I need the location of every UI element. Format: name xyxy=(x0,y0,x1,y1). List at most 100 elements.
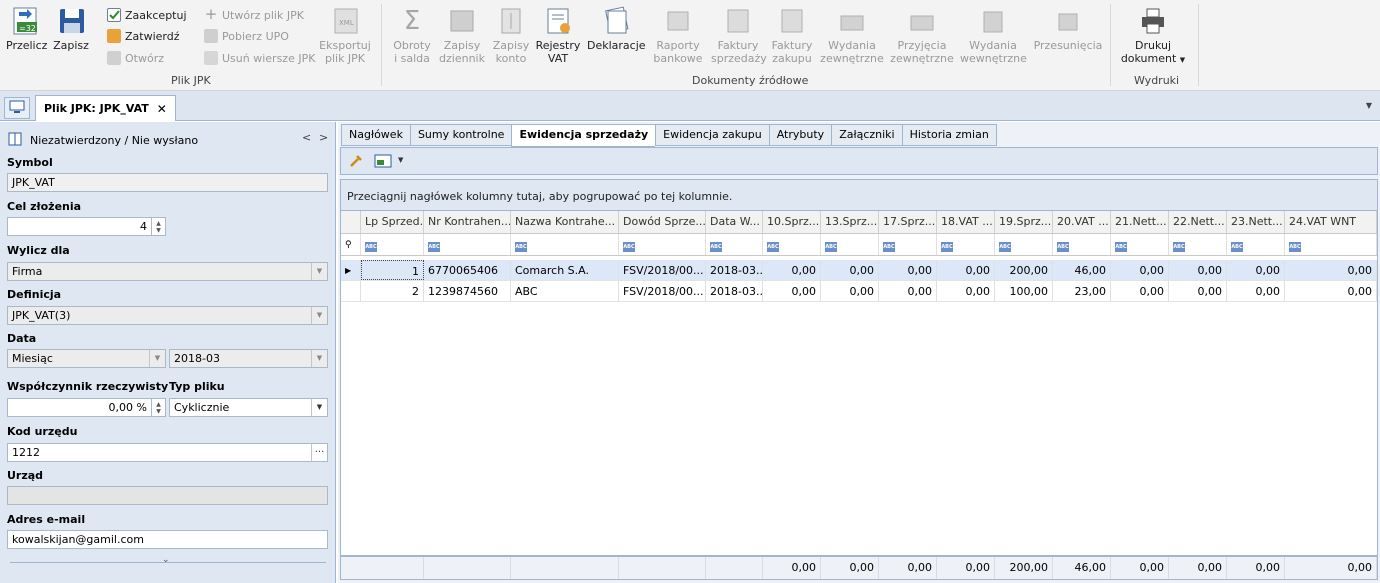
cel-stepper[interactable]: 4 ▲ ▼ xyxy=(7,217,166,236)
ellipsis-icon[interactable]: ··· xyxy=(311,444,327,461)
document-tab-strip: Plik JPK: JPK_VAT ✕ ▼ xyxy=(0,91,1380,121)
kod-field[interactable]: 1212 ··· xyxy=(7,443,328,462)
desktop-button[interactable] xyxy=(4,97,30,119)
filter-cell[interactable]: ABC xyxy=(1053,234,1111,255)
declarations-icon xyxy=(601,6,631,36)
chevron-down-icon[interactable]: ▼ xyxy=(398,156,403,164)
column-header[interactable]: Data W... xyxy=(706,211,763,233)
column-header[interactable]: 22.Nett... xyxy=(1169,211,1227,233)
spin-icon[interactable]: ▲ ▼ xyxy=(151,218,165,235)
zapisz-button[interactable]: Zapisz xyxy=(52,6,90,52)
tab-atrybuty[interactable]: Atrybuty xyxy=(768,124,832,146)
tab-list-chevron-icon[interactable]: ▼ xyxy=(1366,101,1372,110)
filter-cell[interactable]: ABC xyxy=(1169,234,1227,255)
filter-cell[interactable]: ABC xyxy=(763,234,821,255)
tab-ewidencja-sprzedazy[interactable]: Ewidencja sprzedaży xyxy=(511,124,656,147)
typ-value: Cyklicznie xyxy=(174,401,230,414)
rejestry-vat-button[interactable]: Rejestry VAT xyxy=(535,6,581,65)
table-row[interactable]: ▶ 1 6770065406 Comarch S.A. FSV/2018/00... 20… xyxy=(341,260,1377,281)
filter-cell[interactable]: ABC xyxy=(424,234,511,255)
wrench-icon[interactable] xyxy=(348,153,364,172)
przesuniecia-button[interactable]: Przesunięcia xyxy=(1033,6,1103,52)
expand-chevron-icon[interactable]: ⌄ xyxy=(162,555,170,565)
next-arrow-icon[interactable]: > xyxy=(319,131,328,144)
data-month-select[interactable]: 2018-03 ▼ xyxy=(169,349,328,368)
faktury-zakupu-button[interactable]: Faktury zakupu xyxy=(769,6,815,65)
doc-tab-plik-jpk[interactable]: Plik JPK: JPK_VAT ✕ xyxy=(35,95,176,121)
chevron-down-icon: ▼ xyxy=(311,399,327,416)
obroty-button[interactable]: Σ Obroty i salda xyxy=(390,6,434,65)
column-header[interactable]: 13.Sprz... xyxy=(821,211,879,233)
zapisy-dziennik-button[interactable]: Zapisy dziennik xyxy=(438,6,486,65)
symbol-field: JPK_VAT xyxy=(7,173,328,192)
column-header[interactable]: 24.VAT WNT xyxy=(1285,211,1377,233)
tab-sumy-kontrolne[interactable]: Sumy kontrolne xyxy=(409,124,512,146)
zatwierdz-button[interactable]: Zatwierdź xyxy=(107,29,180,43)
deklaracje-button[interactable]: Deklaracje xyxy=(587,6,646,52)
filter-cell[interactable]: ABC xyxy=(937,234,995,255)
column-header[interactable]: 17.Sprz... xyxy=(879,211,937,233)
obroty-label-2: i salda xyxy=(394,52,430,65)
przelicz-button[interactable]: =321 Przelicz xyxy=(6,6,47,52)
eksportuj-button[interactable]: XML Eksportuj plik JPK xyxy=(316,6,374,65)
ribbon-separator xyxy=(381,4,382,86)
raporty-bankowe-button[interactable]: Raporty bankowe xyxy=(652,6,704,65)
data-period-select[interactable]: Miesiąc ▼ xyxy=(7,349,166,368)
usun-wiersze-button[interactable]: Usuń wiersze JPK xyxy=(204,51,315,65)
definicja-select[interactable]: JPK_VAT(3) ▼ xyxy=(7,306,328,325)
filter-cell[interactable]: ABC xyxy=(511,234,619,255)
wylicz-select[interactable]: Firma ▼ xyxy=(7,262,328,281)
column-header[interactable]: 19.Sprz... xyxy=(995,211,1053,233)
tab-historia-zmian[interactable]: Historia zmian xyxy=(901,124,997,146)
filter-cell[interactable]: ABC xyxy=(619,234,706,255)
tab-naglowek[interactable]: Nagłówek xyxy=(341,124,410,146)
column-header[interactable]: Nr Kontrahen... xyxy=(424,211,511,233)
filter-cell[interactable]: ABC xyxy=(1227,234,1285,255)
column-header[interactable]: 23.Nett... xyxy=(1227,211,1285,233)
spin-icon[interactable]: ▲ ▼ xyxy=(151,399,165,416)
wspolczynnik-stepper[interactable]: 0,00 % ▲ ▼ xyxy=(7,398,166,417)
table-row[interactable]: 2 1239874560 ABC FSV/2018/00... 2018-03... 0,… xyxy=(341,281,1377,302)
group-by-area[interactable]: Przeciągnij nagłówek kolumny tutaj, aby … xyxy=(340,179,1378,211)
total-cell xyxy=(424,557,511,579)
wydania-wewnetrzne-button[interactable]: Wydania wewnętrzne xyxy=(960,6,1027,65)
filter-cell[interactable]: ABC xyxy=(361,234,424,255)
total-cell: 0,00 xyxy=(1169,557,1227,579)
otworz-button[interactable]: Otwórz xyxy=(107,51,164,65)
table-cell: 0,00 xyxy=(937,260,995,280)
table-cell: 200,00 xyxy=(995,260,1053,280)
filter-cell[interactable]: ABC xyxy=(706,234,763,255)
wspolczynnik-label: Współczynnik rzeczywisty xyxy=(7,380,169,393)
filter-cell[interactable]: ABC xyxy=(995,234,1053,255)
faktury-sprzedazy-button[interactable]: Faktury sprzedaży xyxy=(711,6,767,65)
column-header[interactable]: 21.Nett... xyxy=(1111,211,1169,233)
filter-pin-icon[interactable]: ⚲ xyxy=(341,234,361,255)
tab-zalaczniki[interactable]: Załączniki xyxy=(831,124,902,146)
column-header[interactable]: 20.VAT ... xyxy=(1053,211,1111,233)
column-header[interactable]: Lp Sprzed... xyxy=(361,211,424,233)
utworz-plik-button[interactable]: + Utwórz plik JPK xyxy=(204,7,304,22)
tab-ewidencja-zakupu[interactable]: Ewidencja zakupu xyxy=(655,124,769,146)
filter-cell[interactable]: ABC xyxy=(1111,234,1169,255)
column-header[interactable]: 18.VAT ... xyxy=(937,211,995,233)
filter-cell[interactable]: ABC xyxy=(1285,234,1377,255)
grid-view-icon[interactable] xyxy=(374,154,392,171)
zapisy-konto-button[interactable]: Zapisy konto xyxy=(491,6,531,65)
column-header[interactable]: Nazwa Kontrahe... xyxy=(511,211,619,233)
tab-bar: Nagłówek Sumy kontrolne Ewidencja sprzed… xyxy=(341,124,997,147)
grid-totals-row: 0,00 0,00 0,00 0,00 200,00 46,00 0,00 0,00 0,00 0… xyxy=(340,556,1378,580)
filter-cell[interactable]: ABC xyxy=(879,234,937,255)
prev-arrow-icon[interactable]: < xyxy=(302,131,311,144)
filter-cell[interactable]: ABC xyxy=(821,234,879,255)
typ-select[interactable]: Cyklicznie ▼ xyxy=(169,398,328,417)
przyjecia-zewnetrzne-button[interactable]: Przyjęcia zewnętrzne xyxy=(890,6,954,65)
zaakceptuj-button[interactable]: Zaakceptuj xyxy=(107,8,187,22)
pobierz-upo-button[interactable]: Pobierz UPO xyxy=(204,29,289,43)
wydania-zewnetrzne-button[interactable]: Wydania zewnętrzne xyxy=(820,6,884,65)
column-header[interactable]: Dowód Sprze... xyxy=(619,211,706,233)
column-header[interactable]: 10.Sprz... xyxy=(763,211,821,233)
email-field[interactable]: kowalskijan@gamil.com xyxy=(7,530,328,549)
raporty-label-1: Raporty xyxy=(656,39,700,52)
drukuj-dokument-button[interactable]: Drukuj dokument ▼ xyxy=(1118,6,1188,67)
close-icon[interactable]: ✕ xyxy=(157,102,167,116)
